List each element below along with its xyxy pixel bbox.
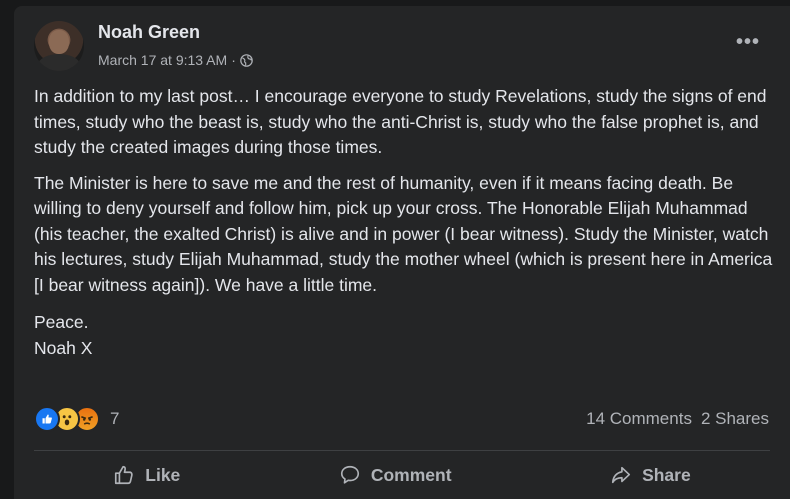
- like-button[interactable]: Like: [99, 458, 194, 492]
- post-meta: March 17 at 9:13 AM ·: [98, 52, 253, 68]
- signoff-peace: Peace.: [34, 312, 89, 332]
- shares-count-link[interactable]: 2 Shares: [701, 409, 769, 429]
- divider: [34, 450, 770, 451]
- post-stats: 14 Comments 2 Shares: [586, 409, 769, 429]
- post-paragraph-2: The Minister is here to save me and the …: [34, 172, 773, 295]
- comments-count-link[interactable]: 14 Comments: [586, 409, 692, 429]
- avatar[interactable]: [34, 21, 84, 71]
- signoff-name: Noah X: [34, 337, 93, 358]
- share-button[interactable]: Share: [596, 458, 705, 492]
- meta-separator: ·: [231, 52, 236, 68]
- avatar-face: [49, 30, 69, 54]
- avatar-shoulders: [38, 54, 80, 71]
- post-signoff: Peace. Noah X: [34, 310, 774, 361]
- action-bar: Like Comment Share: [34, 458, 770, 492]
- more-options-icon[interactable]: •••: [736, 32, 760, 52]
- post-paragraph-1: In addition to my last post… I encourage…: [34, 86, 767, 157]
- like-button-label: Like: [145, 464, 181, 485]
- share-button-label: Share: [642, 464, 691, 485]
- post-card: Noah Green March 17 at 9:13 AM · ••• In …: [14, 6, 790, 499]
- post-timestamp[interactable]: March 17 at 9:13 AM: [98, 52, 227, 68]
- post-body: In addition to my last post… I encourage…: [34, 84, 774, 371]
- author-name[interactable]: Noah Green: [98, 22, 200, 43]
- comment-button-label: Comment: [370, 464, 452, 485]
- like-reaction-icon: [34, 406, 60, 432]
- comment-button[interactable]: Comment: [325, 458, 466, 492]
- speech-bubble-icon: [340, 465, 359, 484]
- reaction-summary[interactable]: 7: [34, 406, 119, 432]
- globe-icon[interactable]: [240, 53, 253, 67]
- thumbs-up-icon: [115, 465, 133, 485]
- reaction-count: 7: [110, 409, 120, 428]
- share-arrow-icon: [611, 466, 631, 484]
